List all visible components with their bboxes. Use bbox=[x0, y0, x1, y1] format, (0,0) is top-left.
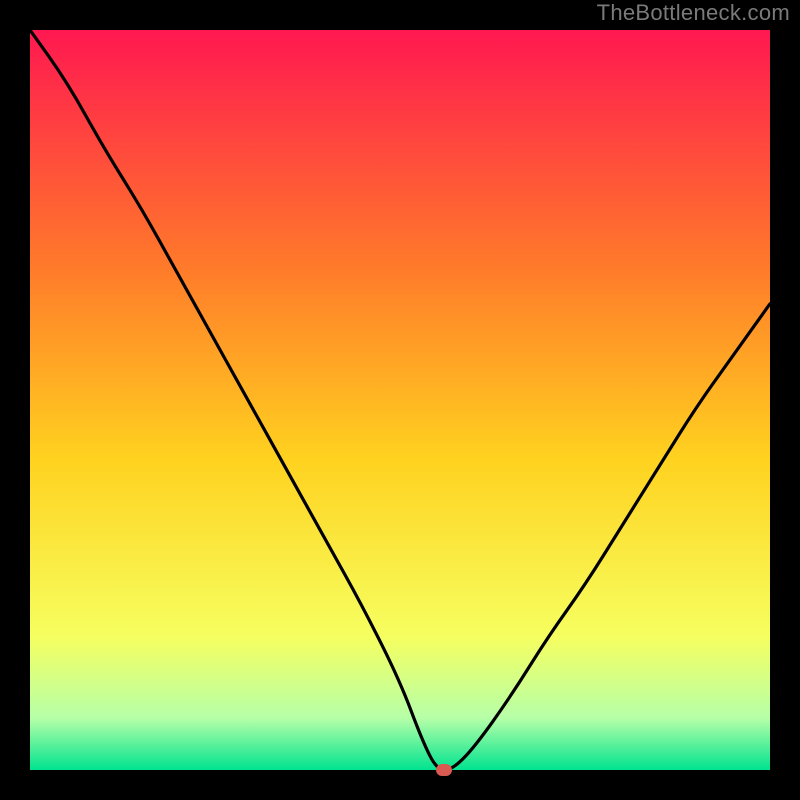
plot-area bbox=[30, 30, 770, 770]
chart-frame: TheBottleneck.com bbox=[0, 0, 800, 800]
plot-svg bbox=[30, 30, 770, 770]
gradient-background bbox=[30, 30, 770, 770]
optimum-marker-icon bbox=[436, 764, 452, 776]
watermark-text: TheBottleneck.com bbox=[597, 0, 790, 26]
